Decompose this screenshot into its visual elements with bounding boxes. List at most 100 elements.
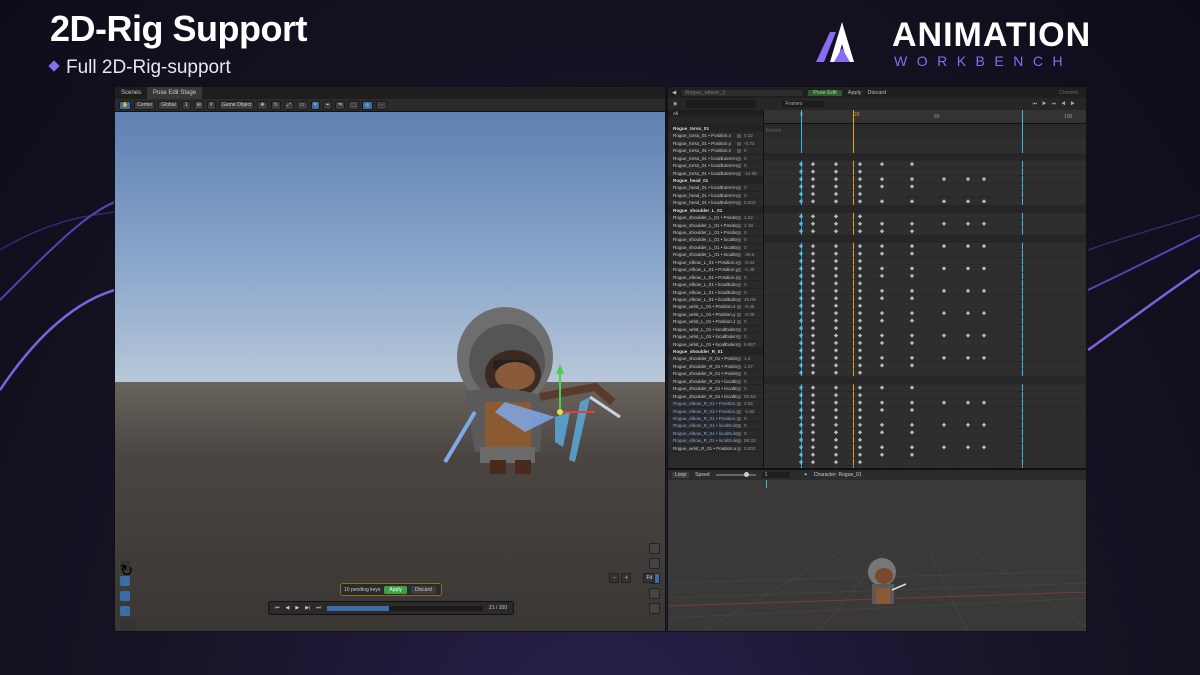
track-row[interactable]: Rogue_shoulder_R_01 • localEu 0 [668, 385, 763, 393]
keyframe[interactable] [965, 176, 971, 182]
key-toggle-icon[interactable] [737, 193, 741, 198]
keyframe[interactable] [810, 422, 816, 428]
track-value[interactable]: -0.74 [744, 140, 754, 146]
keyframe[interactable] [810, 333, 816, 338]
keyframe[interactable] [833, 445, 839, 450]
camera-dropdown[interactable]: Game Object [218, 100, 255, 110]
track-group[interactable]: Rogue_shoulder_R_01 [668, 348, 763, 356]
keyframe[interactable] [941, 333, 947, 338]
track-value[interactable]: -0.46 [744, 303, 754, 309]
keyframe[interactable] [879, 445, 885, 450]
track-row[interactable]: Rogue_torso_01 • localEulerAn 0 [668, 155, 763, 163]
keyframe[interactable] [909, 176, 915, 182]
loop-toggle[interactable]: Loop [672, 472, 690, 478]
keyframe[interactable] [857, 407, 863, 413]
events-row[interactable]: Events [764, 124, 1086, 138]
keyframe[interactable] [833, 184, 839, 189]
keyframe[interactable] [833, 325, 839, 331]
grid-icon[interactable]: # [206, 100, 216, 110]
track-value[interactable]: 0 [744, 318, 747, 324]
settings-icon[interactable] [120, 621, 136, 631]
track-group[interactable]: Rogue_torso_01 [668, 124, 763, 133]
key-toggle-icon[interactable] [737, 342, 741, 347]
key-toggle-icon[interactable] [737, 327, 741, 332]
keyframe[interactable] [909, 273, 915, 279]
keyframe[interactable] [909, 333, 915, 338]
keyframe[interactable] [798, 355, 804, 360]
keyframe[interactable] [833, 311, 839, 316]
keyframe[interactable] [810, 273, 816, 279]
tab-pose-edit-stage[interactable]: Pose Edit Stage [147, 87, 203, 99]
keyframe[interactable] [981, 176, 987, 182]
scene-view[interactable]: Scenes Pose Edit Stage ✋ Center Global 1… [114, 86, 666, 632]
key-toggle-icon[interactable] [737, 394, 741, 399]
keyframe[interactable] [879, 363, 885, 368]
keyframe[interactable] [810, 393, 816, 398]
track-row[interactable]: Rogue_shoulder_R_01 • Positio 1.27 [668, 363, 763, 371]
keyframe[interactable] [833, 303, 839, 308]
keyframe[interactable] [909, 355, 915, 360]
keyframe[interactable] [981, 422, 987, 428]
track-row[interactable]: Rogue_wrist_R_01 • Position.x 0.202 [668, 445, 763, 453]
move-tool-icon[interactable]: ✥ [257, 100, 268, 110]
track-group[interactable]: Rogue_shoulder_L_01 [668, 206, 763, 215]
key-toggle-icon[interactable] [737, 164, 741, 169]
keyframe[interactable] [857, 393, 863, 398]
keyframe[interactable] [981, 221, 987, 226]
zoom-in-button[interactable]: + [621, 573, 632, 583]
keyframe[interactable] [810, 363, 816, 368]
key-toggle-icon[interactable] [737, 357, 741, 362]
keyframe[interactable] [965, 221, 971, 226]
keyframe[interactable] [798, 325, 804, 331]
keyframe[interactable] [798, 318, 804, 323]
keyframe[interactable] [857, 348, 863, 353]
keyframe[interactable] [879, 251, 885, 256]
track-value[interactable]: -0.44 [744, 259, 754, 265]
track-value[interactable]: -1.49 [744, 266, 754, 272]
keyframe[interactable] [810, 296, 816, 301]
dopesheet[interactable]: 0 20 60 100 Events [764, 110, 1086, 468]
keyframe[interactable] [965, 333, 971, 338]
keyframe[interactable] [981, 333, 987, 338]
keyframe[interactable] [857, 288, 863, 293]
keyframe[interactable] [965, 400, 971, 405]
track-row[interactable]: Rogue_shoulder_R_01 • Positio 0 [668, 370, 763, 378]
collapse-icon[interactable] [649, 543, 660, 554]
keyframe[interactable] [833, 199, 839, 204]
keyframe[interactable] [833, 281, 839, 286]
track-row[interactable]: Rogue_wrist_L_01 • localEulerA 9.957 [668, 341, 763, 348]
rotate-tool-icon[interactable]: ↻ [270, 100, 281, 110]
keyframe[interactable] [833, 348, 839, 353]
playback-controls[interactable]: ⏮▶⏭◀▶ [1033, 101, 1080, 107]
key-toggle-icon[interactable] [737, 409, 741, 414]
audio-icon[interactable] [649, 603, 660, 614]
keyframe[interactable] [798, 184, 804, 189]
keyframe[interactable] [810, 311, 816, 316]
keyframe[interactable] [857, 400, 863, 405]
keyframe[interactable] [879, 199, 885, 204]
key-toggle-icon[interactable] [737, 253, 741, 258]
view-options-icon[interactable]: ⋯ [375, 100, 387, 110]
keyframe[interactable] [810, 288, 816, 293]
anim-commit-button[interactable]: Commit [1059, 90, 1078, 96]
track-row[interactable]: Rogue_wrist_L_01 • Position.z 0 [668, 318, 763, 326]
keyframe[interactable] [810, 199, 816, 204]
track-value[interactable]: 0 [744, 147, 747, 153]
back-icon[interactable]: ◀ [672, 90, 676, 96]
keyframe[interactable] [810, 340, 816, 346]
keyframe[interactable] [857, 199, 863, 204]
keyframe[interactable] [810, 415, 816, 420]
track-row[interactable]: Rogue_elbow_L_01 • localEuler 0 [668, 281, 763, 289]
keyframe[interactable] [965, 445, 971, 450]
track-value[interactable]: 0.52 [744, 400, 753, 406]
keyframe[interactable] [909, 400, 915, 405]
track-value[interactable]: 0 [744, 192, 747, 198]
keyframe[interactable] [810, 162, 816, 167]
keyframe[interactable] [879, 176, 885, 182]
keyframe[interactable] [798, 214, 804, 219]
track-row[interactable]: Rogue_elbow_R_01 • Position.z 0 [668, 415, 763, 423]
keyframe[interactable] [857, 385, 863, 390]
keyframe[interactable] [810, 266, 816, 271]
key-toggle-icon[interactable] [737, 305, 741, 310]
first-frame-icon[interactable]: ⏮ [275, 605, 280, 611]
